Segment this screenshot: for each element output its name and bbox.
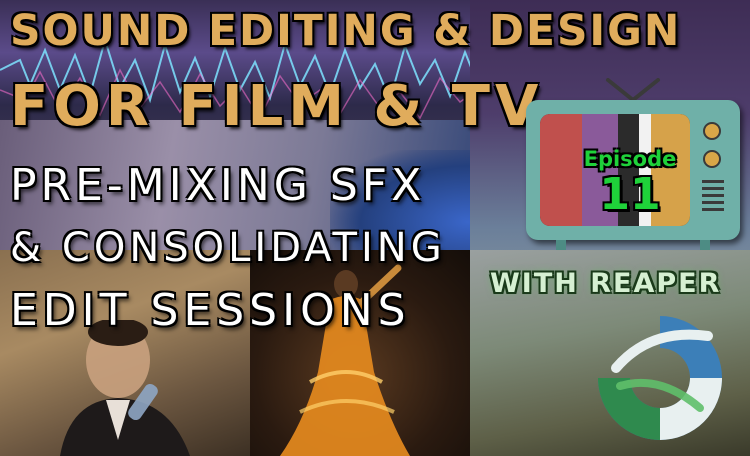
tv-foot bbox=[556, 240, 566, 250]
video-thumbnail: SOUND EDITING & DESIGN FOR FILM & TV PRE… bbox=[0, 0, 750, 456]
with-reaper-label: WITH REAPER bbox=[490, 268, 722, 299]
tv-speaker-grill bbox=[702, 187, 724, 190]
subtitle-line-3: EDIT SESSIONS bbox=[10, 285, 411, 336]
title-line-2: FOR FILM & TV bbox=[10, 74, 544, 139]
tv-body: Episode 11 bbox=[526, 100, 740, 240]
tv-speaker-grill bbox=[702, 208, 724, 211]
tv-knob-icon bbox=[703, 122, 721, 140]
tv-foot bbox=[700, 240, 710, 250]
tv-knob-icon bbox=[703, 150, 721, 168]
man-with-bottle-image bbox=[60, 320, 190, 456]
tv-speaker-grill bbox=[702, 180, 724, 183]
retro-tv-icon: Episode 11 bbox=[526, 78, 740, 252]
subtitle-line-2: & CONSOLIDATING bbox=[10, 225, 446, 271]
episode-label: Episode bbox=[583, 147, 677, 171]
tv-speaker-grill bbox=[702, 201, 724, 204]
subtitle-line-1: PRE-MIXING SFX bbox=[10, 160, 426, 211]
episode-number: 11 bbox=[599, 169, 661, 220]
tv-speaker-grill bbox=[702, 194, 724, 197]
title-line-1: SOUND EDITING & DESIGN bbox=[10, 6, 682, 56]
reaper-logo-icon bbox=[598, 316, 722, 440]
tv-screen: Episode 11 bbox=[540, 114, 690, 226]
tv-control-panel bbox=[698, 114, 728, 226]
tv-antenna-icon bbox=[606, 78, 660, 100]
